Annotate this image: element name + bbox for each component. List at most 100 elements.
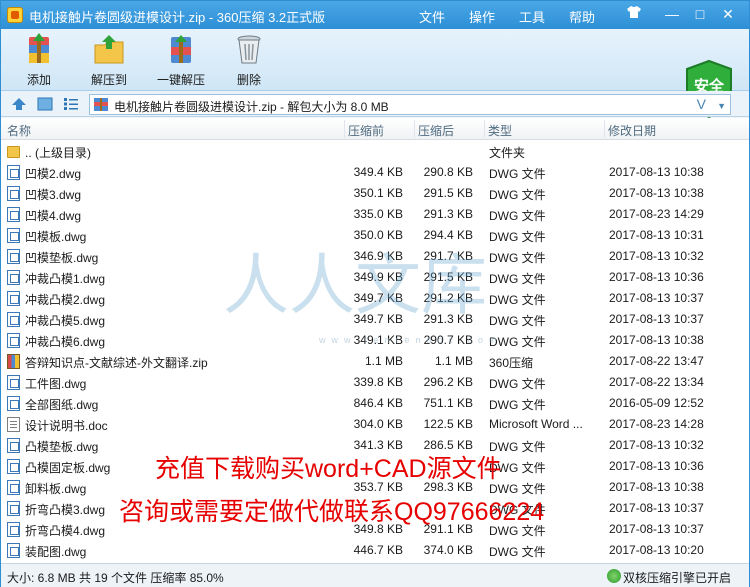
file-row[interactable]: 装配图.dwg 446.7 KB 374.0 KB DWG 文件 2017-08-13 … [1, 540, 749, 561]
file-type: DWG 文件 [489, 209, 546, 223]
path-text: 电机接触片卷圆级进模设计.zip - 解包大小为 8.0 MB [114, 100, 389, 114]
file-compressed-size: 751.1 KB [423, 396, 473, 410]
zip-file-icon [7, 354, 20, 369]
dwg-file-icon [7, 207, 20, 222]
file-date: 2017-08-13 10:37 [609, 312, 704, 326]
dwg-file-icon [7, 165, 20, 180]
file-name: 冲裁凸模2.dwg [25, 293, 106, 307]
minimize-button[interactable]: — [661, 5, 683, 23]
status-summary: 大小: 6.8 MB 共 19 个文件 压缩率 85.0% [7, 571, 224, 585]
maximize-button[interactable]: □ [689, 5, 711, 23]
v-mark[interactable]: V [697, 96, 706, 112]
col-divider[interactable] [344, 120, 345, 138]
watermark-text: 人人文库 [223, 247, 487, 322]
file-row[interactable]: 凹模板.dwg 350.0 KB 294.4 KB DWG 文件 2017-08-13 … [1, 225, 749, 246]
file-size: 335.0 KB [353, 207, 403, 221]
dwg-file-icon [7, 501, 20, 516]
shirt-icon[interactable] [623, 5, 645, 23]
file-date: 2017-08-23 14:29 [609, 207, 704, 221]
file-size: 304.0 KB [353, 417, 403, 431]
one-click-extract-button[interactable]: 一键解压 [149, 33, 213, 88]
view-list-icon[interactable] [63, 97, 79, 111]
promo-line-2: 咨询或需要定做代做联系QQ97666224 [119, 498, 545, 526]
one-click-extract-icon [165, 33, 197, 65]
menu-operate[interactable]: 操作 [469, 7, 495, 26]
menu-file[interactable]: 文件 [419, 7, 445, 26]
file-row[interactable]: 工件图.dwg 339.8 KB 296.2 KB DWG 文件 2017-08-22 … [1, 372, 749, 393]
dual-core-icon [607, 569, 621, 583]
file-date: 2017-08-13 10:38 [609, 165, 704, 179]
watermark-url: www.renrendoc.com [319, 335, 503, 345]
file-row[interactable]: 凹模4.dwg 335.0 KB 291.3 KB DWG 文件 2017-08-23 … [1, 204, 749, 225]
file-date: 2017-08-13 10:20 [609, 543, 704, 557]
file-row[interactable]: 凹模2.dwg 349.4 KB 290.8 KB DWG 文件 2017-08-13 … [1, 162, 749, 183]
list-header: 名称 压缩前 压缩后 类型 修改日期 [1, 118, 749, 140]
file-type: 文件夹 [489, 146, 526, 160]
folder-icon [7, 146, 20, 158]
file-compressed-size: 1.1 MB [434, 354, 473, 368]
status-bar: 大小: 6.8 MB 共 19 个文件 压缩率 85.0% 双核压缩引擎已开启 [1, 563, 749, 587]
col-divider[interactable] [414, 120, 415, 138]
dwg-file-icon [7, 312, 20, 327]
file-date: 2017-08-13 10:32 [609, 438, 704, 452]
file-name: 折弯凸模4.dwg [25, 524, 106, 538]
toolbar: 添加 解压到 一键解压 删除 安全 [1, 29, 749, 119]
file-type: DWG 文件 [489, 167, 546, 181]
file-compressed-size: 296.2 KB [423, 375, 473, 389]
dwg-file-icon [7, 396, 20, 411]
file-date: 2017-08-13 10:36 [609, 270, 704, 284]
file-compressed-size: 294.4 KB [423, 228, 473, 242]
menu-tools[interactable]: 工具 [519, 7, 545, 26]
file-name: 答辩知识点-文献综述-外文翻译.zip [25, 356, 208, 370]
dwg-file-icon [7, 249, 20, 264]
file-compressed-size: 374.0 KB [423, 543, 473, 557]
col-date[interactable]: 修改日期 [608, 122, 656, 139]
file-type: Microsoft Word ... [489, 417, 583, 431]
file-row[interactable]: .. (上级目录) 文件夹 [1, 141, 749, 162]
file-name: 凸模固定板.dwg [25, 461, 111, 475]
path-field[interactable]: 电机接触片卷圆级进模设计.zip - 解包大小为 8.0 MB V ▼ [89, 94, 731, 115]
file-size: 446.7 KB [353, 543, 403, 557]
window-title: 电机接触片卷圆级进模设计.zip - 360压缩 3.2正式版 [29, 10, 326, 25]
col-size[interactable]: 压缩前 [348, 122, 384, 139]
file-name: 凹模4.dwg [25, 209, 82, 223]
dwg-file-icon [7, 333, 20, 348]
file-type: DWG 文件 [489, 377, 546, 391]
col-compressed[interactable]: 压缩后 [418, 122, 454, 139]
col-divider[interactable] [484, 120, 485, 138]
dwg-file-icon [7, 375, 20, 390]
file-compressed-size: 291.5 KB [423, 186, 473, 200]
file-row[interactable]: 设计说明书.doc 304.0 KB 122.5 KB Microsoft Word … [1, 414, 749, 435]
menu-help[interactable]: 帮助 [569, 7, 595, 26]
path-dropdown-icon[interactable]: ▼ [717, 101, 726, 111]
file-size: 846.4 KB [353, 396, 403, 410]
dwg-file-icon [7, 438, 20, 453]
file-compressed-size: 122.5 KB [423, 417, 473, 431]
file-name: 凸模垫板.dwg [25, 440, 99, 454]
delete-button[interactable]: 删除 [217, 33, 281, 88]
close-button[interactable]: ✕ [717, 5, 739, 23]
file-name: 全部图纸.dwg [25, 398, 99, 412]
app-logo-icon [7, 7, 23, 23]
file-date: 2016-05-09 12:52 [609, 396, 704, 410]
file-row[interactable]: 凹模3.dwg 350.1 KB 291.5 KB DWG 文件 2017-08-13 … [1, 183, 749, 204]
col-name[interactable]: 名称 [7, 122, 31, 139]
col-divider[interactable] [604, 120, 605, 138]
file-type: DWG 文件 [489, 230, 546, 244]
file-row[interactable]: 全部图纸.dwg 846.4 KB 751.1 KB DWG 文件 2016-05-09… [1, 393, 749, 414]
file-name: 装配图.dwg [25, 545, 87, 559]
file-row[interactable]: 答辩知识点-文献综述-外文翻译.zip 1.1 MB 1.1 MB 360压缩 2017… [1, 351, 749, 372]
extract-to-label: 解压到 [90, 73, 127, 87]
view-large-icon[interactable] [37, 97, 53, 111]
extract-to-button[interactable]: 解压到 [77, 33, 141, 88]
file-date: 2017-08-13 10:32 [609, 249, 704, 263]
add-button[interactable]: 添加 [7, 33, 71, 88]
watermark-logo: 人人文库 [223, 246, 513, 324]
up-arrow-icon[interactable] [11, 97, 27, 111]
status-engine[interactable]: 双核压缩引擎已开启 [623, 569, 731, 586]
dwg-file-icon [7, 186, 20, 201]
file-type: DWG 文件 [489, 398, 546, 412]
file-list: 名称 压缩前 压缩后 类型 修改日期 .. (上级目录) 文件夹 凹模2.dwg 34… [1, 118, 749, 563]
file-name: 设计说明书.doc [25, 419, 108, 433]
col-type[interactable]: 类型 [488, 122, 512, 139]
